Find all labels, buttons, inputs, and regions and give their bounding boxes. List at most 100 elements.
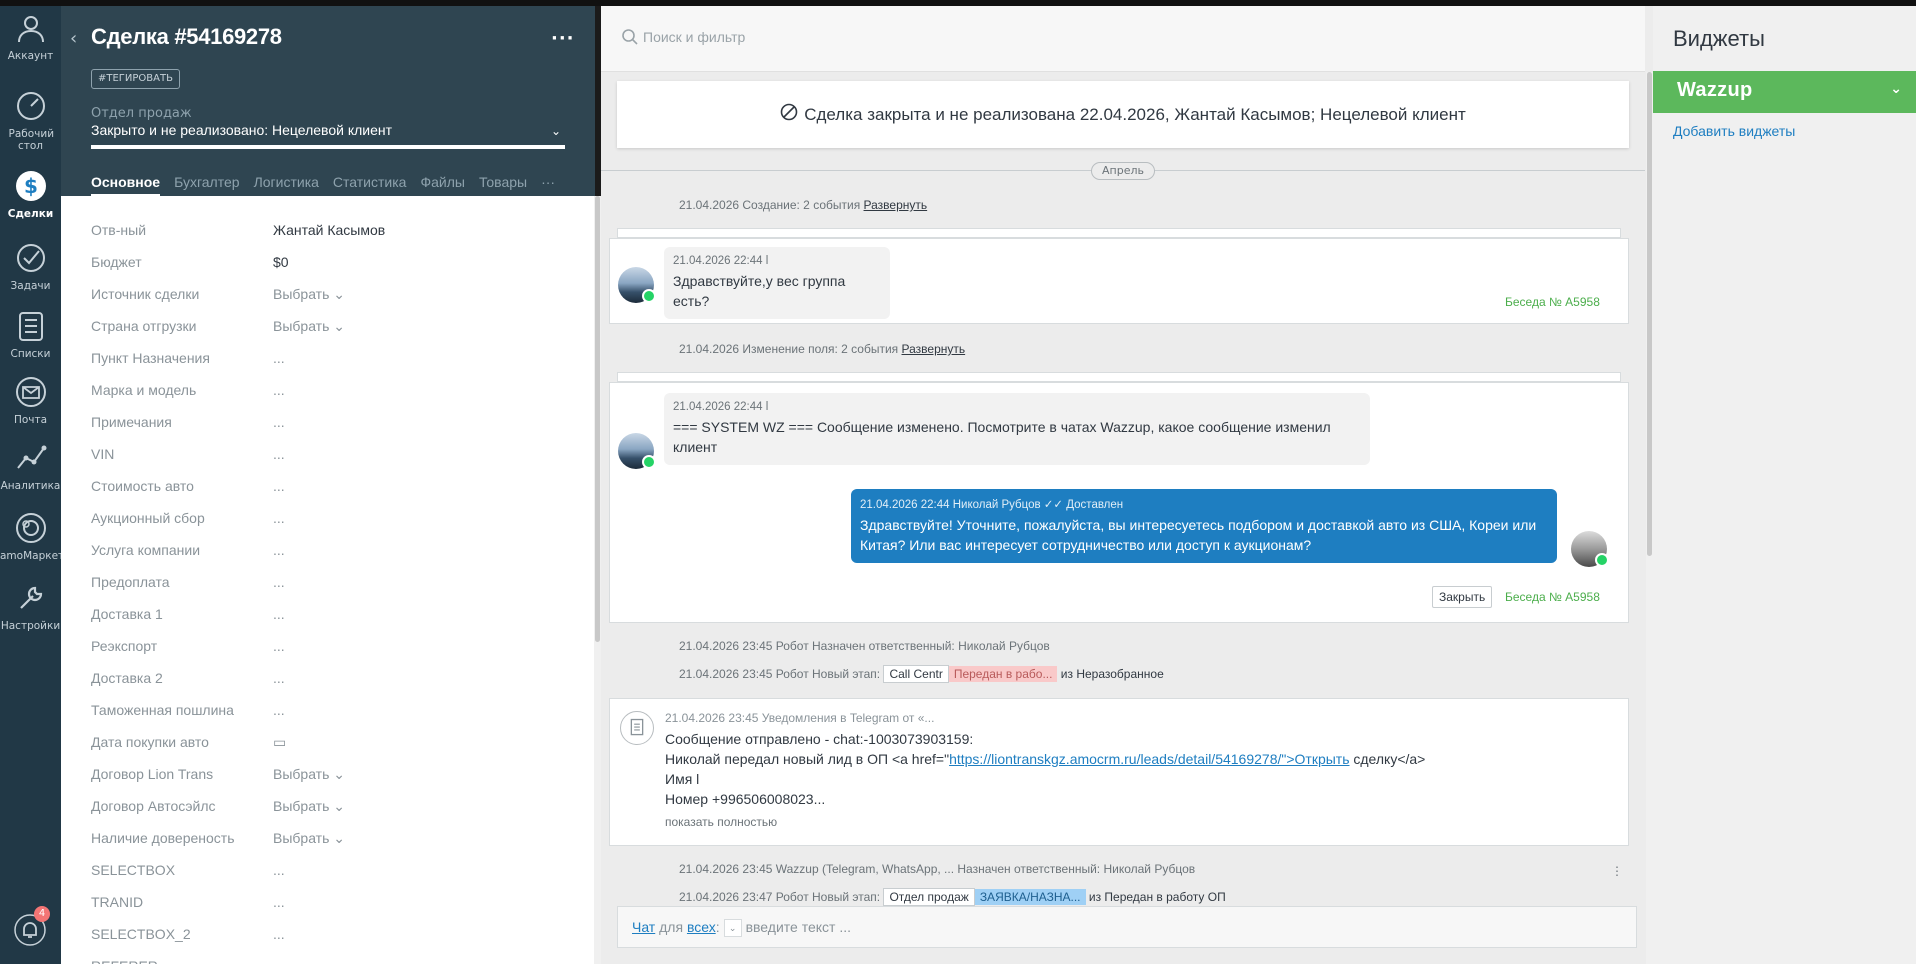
field-value[interactable]: ... <box>273 670 285 686</box>
tabs-more-icon[interactable]: ··· <box>541 174 555 194</box>
field-value[interactable]: ... <box>273 862 285 878</box>
expand-link[interactable]: Развернуть <box>864 198 928 212</box>
field-row[interactable]: Источник сделки Выбрать ⌄ <box>91 286 581 306</box>
search-bar[interactable]: Поиск и фильтр <box>601 6 1645 72</box>
field-row[interactable]: Таможенная пошлина... <box>91 702 581 722</box>
wazzup-widget[interactable]: Wazzup ⌄ <box>1653 71 1916 113</box>
field-value[interactable]: ... <box>273 382 285 398</box>
field-value[interactable]: ... <box>273 478 285 494</box>
deal-title[interactable]: Сделка #54169278 <box>91 24 282 50</box>
composer-recipient-link[interactable]: всех <box>687 919 716 935</box>
status-select[interactable]: Закрыто и не реализовано: Нецелевой клие… <box>91 122 565 142</box>
field-row[interactable]: Отв-ный Жантай Касымов <box>91 222 581 242</box>
field-value[interactable]: ... <box>273 446 285 462</box>
deal-url-link[interactable]: https://liontranskgz.amocrm.ru/leads/det… <box>949 751 1349 767</box>
nav-item-mail[interactable]: Почта <box>0 374 61 426</box>
field-value[interactable]: ... <box>273 926 285 942</box>
field-value[interactable]: Жантай Касымов <box>273 222 385 238</box>
message-composer[interactable]: Чат для всех: ⌄ введите текст ... <box>617 906 1637 948</box>
field-row[interactable]: SELECTBOX_2... <box>91 926 581 946</box>
analytics-icon <box>13 440 49 476</box>
field-value[interactable]: ... <box>273 542 285 558</box>
add-widgets-link[interactable]: Добавить виджеты <box>1673 123 1795 139</box>
field-value[interactable]: ... <box>273 894 285 910</box>
nav-item-lists[interactable]: Списки <box>0 308 61 360</box>
nav-label-lists: Списки <box>10 348 51 360</box>
field-value[interactable]: ... <box>273 350 285 366</box>
field-value[interactable]: ... <box>273 414 285 430</box>
nav-item-settings[interactable]: Настройки <box>0 580 61 632</box>
field-row[interactable]: Наличие довереность Выбрать ⌄ <box>91 830 581 850</box>
field-row[interactable]: Услуга компании... <box>91 542 581 562</box>
field-row[interactable]: TRANID... <box>91 894 581 914</box>
left-scrollbar-thumb[interactable] <box>595 196 600 642</box>
conversation-link[interactable]: Беседа № A5958 <box>1505 295 1600 309</box>
field-value[interactable]: ... <box>273 702 285 718</box>
chevron-down-icon[interactable]: ⌄ <box>1890 81 1902 97</box>
field-label: Марка и модель <box>91 382 197 398</box>
tag-button[interactable]: #ТЕГИРОВАТЬ <box>91 69 180 89</box>
tab-accounting[interactable]: Бухгалтер <box>174 174 239 194</box>
field-row[interactable]: Примечания... <box>91 414 581 434</box>
field-value[interactable]: ... <box>273 510 285 526</box>
field-value[interactable]: ▭ <box>273 734 286 751</box>
field-value[interactable]: Выбрать ⌄ <box>273 318 345 335</box>
whatsapp-icon <box>1595 553 1609 567</box>
field-value[interactable]: ... <box>273 574 285 590</box>
nav-item-analytics[interactable]: Аналитика <box>0 440 61 492</box>
tab-files[interactable]: Файлы <box>420 174 464 194</box>
nav-item-deals[interactable]: $ Сделки <box>0 168 61 220</box>
widgets-panel: Виджеты Wazzup ⌄ Добавить виджеты <box>1653 6 1916 964</box>
nav-item-market[interactable]: amoМаркет <box>0 510 64 562</box>
field-row[interactable]: Пункт Назначения... <box>91 350 581 370</box>
tab-statistics[interactable]: Статистика <box>333 174 407 194</box>
feed-scrollbar-thumb[interactable] <box>1647 72 1652 556</box>
field-value[interactable]: ... <box>273 638 285 654</box>
expand-link[interactable]: Развернуть <box>902 342 966 356</box>
left-scrollbar[interactable] <box>594 196 601 964</box>
field-value[interactable]: Выбрать ⌄ <box>273 830 345 847</box>
composer-placeholder[interactable]: введите текст ... <box>746 919 851 935</box>
field-row[interactable]: Договор Автосэйлс Выбрать ⌄ <box>91 798 581 818</box>
notification-line-1: Сообщение отправлено - chat:-10030739031… <box>665 731 974 747</box>
field-row[interactable]: Марка и модель... <box>91 382 581 402</box>
field-row[interactable]: Реэкспорт... <box>91 638 581 658</box>
field-row[interactable]: VIN... <box>91 446 581 466</box>
tab-products[interactable]: Товары <box>479 174 527 194</box>
back-chevron-icon[interactable]: ‹ <box>70 28 77 49</box>
field-row[interactable]: Дата покупки авто ▭ <box>91 734 581 754</box>
field-row[interactable]: REFERER <box>91 958 581 964</box>
message-meta: 21.04.2026 22:44 l <box>673 255 769 267</box>
field-row[interactable]: Предоплата... <box>91 574 581 594</box>
nav-item-tasks[interactable]: Задачи <box>0 240 61 292</box>
feed-scrollbar[interactable] <box>1646 72 1653 964</box>
field-row[interactable]: SELECTBOX... <box>91 862 581 882</box>
conversation-link[interactable]: Беседа № A5958 <box>1505 590 1600 604</box>
field-value[interactable]: Выбрать ⌄ <box>273 766 345 783</box>
card-stack-edge <box>617 372 1621 382</box>
field-value[interactable]: ... <box>273 606 285 622</box>
show-full-link[interactable]: показать полностью <box>665 815 777 829</box>
event-more-icon[interactable]: ⋮ <box>1611 864 1623 878</box>
deal-more-menu-icon[interactable]: ··· <box>551 28 575 49</box>
close-conversation-button[interactable]: Закрыть <box>1432 586 1493 608</box>
field-value[interactable]: $0 <box>273 254 289 270</box>
field-row[interactable]: Доставка 1... <box>91 606 581 626</box>
tab-main[interactable]: Основное <box>91 174 161 196</box>
field-value[interactable]: Выбрать ⌄ <box>273 286 345 303</box>
status-progress-bar <box>91 145 565 149</box>
field-row[interactable]: Договор Lion Trans Выбрать ⌄ <box>91 766 581 786</box>
nav-item-dashboard[interactable]: Рабочий стол <box>0 88 61 152</box>
account-icon <box>13 10 49 46</box>
field-row[interactable]: Доставка 2... <box>91 670 581 690</box>
field-value[interactable]: Выбрать ⌄ <box>273 798 345 815</box>
chevron-down-icon[interactable]: ⌄ <box>723 919 742 938</box>
field-row[interactable]: Страна отгрузки Выбрать ⌄ <box>91 318 581 338</box>
whatsapp-icon <box>642 455 656 469</box>
field-row[interactable]: Аукционный сбор... <box>91 510 581 530</box>
nav-item-account[interactable]: Аккаунт <box>0 10 61 62</box>
composer-chat-link[interactable]: Чат <box>632 919 655 935</box>
tab-logistics[interactable]: Логистика <box>254 174 319 194</box>
field-row[interactable]: Стоимость авто... <box>91 478 581 498</box>
field-row[interactable]: Бюджет $0 <box>91 254 581 274</box>
